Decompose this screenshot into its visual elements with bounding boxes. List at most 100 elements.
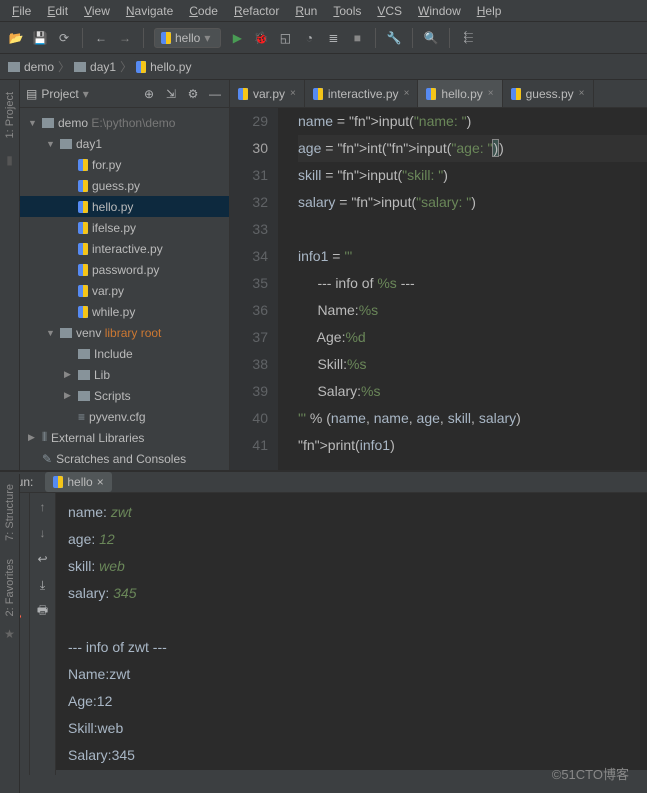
refresh-icon[interactable]: ⟳ (56, 30, 72, 46)
tree-item[interactable]: for.py (20, 154, 229, 175)
print-icon[interactable]: 🖶 (35, 603, 51, 619)
python-icon (238, 88, 248, 100)
menu-code[interactable]: Code (181, 2, 226, 20)
tree-item[interactable]: ▶Scripts (20, 385, 229, 406)
profile-icon[interactable]: ◔ (301, 30, 317, 46)
tree-item[interactable]: ✎Scratches and Consoles (20, 448, 229, 469)
save-icon[interactable]: 💾 (32, 30, 48, 46)
close-icon[interactable]: × (97, 475, 104, 489)
menu-tools[interactable]: Tools (325, 2, 369, 20)
toolbar: 📂 💾 ⟳ ← → hello ▾ ▶ 🐞 ◱ ◔ ≣ ■ 🔧 🔍 ⬱ (0, 22, 647, 54)
menu-vcs[interactable]: VCS (369, 2, 410, 20)
menu-help[interactable]: Help (469, 2, 510, 20)
python-icon (511, 88, 521, 100)
left-bottom-rail: 7: Structure 2: Favorites ★ (0, 474, 20, 793)
breadcrumb-item[interactable]: day1 (74, 60, 116, 74)
structure-tool-button[interactable]: 7: Structure (2, 476, 18, 549)
editor-tab[interactable]: interactive.py× (305, 80, 419, 107)
py-icon (78, 201, 88, 213)
tree-item[interactable]: ▶Lib (20, 364, 229, 385)
forward-icon[interactable]: → (117, 30, 133, 46)
concurrent-icon[interactable]: ≣ (325, 30, 341, 46)
py-icon (78, 159, 88, 171)
scroll-icon[interactable]: ⤓ (35, 577, 51, 593)
py-icon (78, 243, 88, 255)
menu-refactor[interactable]: Refactor (226, 2, 287, 20)
locate-icon[interactable]: ⊕ (141, 86, 157, 102)
code-area[interactable]: 29303132333435363738394041 name = "fn">i… (230, 108, 647, 470)
open-icon[interactable]: 📂 (8, 30, 24, 46)
search-icon[interactable]: 🔍 (423, 30, 439, 46)
tree-item[interactable]: ▼venv library root (20, 322, 229, 343)
tree-item[interactable]: Include (20, 343, 229, 364)
breadcrumb-item[interactable]: demo (8, 60, 54, 74)
py-icon (78, 264, 88, 276)
run-subtoolbar: ↑ ↓ ↩ ⤓ 🖶 (30, 493, 56, 775)
menu-navigate[interactable]: Navigate (118, 2, 181, 20)
chevron-down-icon: ▾ (204, 31, 210, 45)
debug-icon[interactable]: 🐞 (253, 30, 269, 46)
file-icon: ≡ (78, 410, 85, 424)
up-icon[interactable]: ↑ (35, 499, 51, 515)
tree-item[interactable]: ▼day1 (20, 133, 229, 154)
editor-tab[interactable]: hello.py× (418, 80, 502, 107)
tree-item[interactable]: ▼demo E:\python\demo (20, 112, 229, 133)
py-icon (78, 285, 88, 297)
code-content[interactable]: name = "fn">input("name: ")age = "fn">in… (278, 108, 647, 470)
tree-item[interactable]: while.py (20, 301, 229, 322)
editor-tab[interactable]: var.py× (230, 80, 305, 107)
tree-item[interactable]: interactive.py (20, 238, 229, 259)
hide-icon[interactable]: — (207, 86, 223, 102)
breadcrumb-item[interactable]: hello.py (136, 60, 191, 74)
menu-edit[interactable]: Edit (39, 2, 76, 20)
breadcrumb: demo〉day1〉hello.py (0, 54, 647, 80)
project-tool-button[interactable]: 1: Project (2, 84, 18, 146)
python-icon (426, 88, 436, 100)
tree-item[interactable]: var.py (20, 280, 229, 301)
console-output[interactable]: name: zwtage: 12skill: websalary: 345 --… (56, 493, 647, 775)
run-icon[interactable]: ▶ (229, 30, 245, 46)
folder-icon (8, 62, 20, 72)
watermark: ©51CTO博客 (552, 764, 629, 783)
py-icon (78, 306, 88, 318)
close-icon[interactable]: × (290, 88, 296, 99)
menu-run[interactable]: Run (287, 2, 325, 20)
menu-view[interactable]: View (76, 2, 118, 20)
folder-icon (74, 62, 86, 72)
run-tab[interactable]: hello × (45, 472, 111, 492)
tree-item[interactable]: ifelse.py (20, 217, 229, 238)
folder-icon (60, 328, 72, 338)
tree-item[interactable]: ≡pyvenv.cfg (20, 406, 229, 427)
settings-icon[interactable]: 🔧 (386, 30, 402, 46)
tree-item[interactable]: guess.py (20, 175, 229, 196)
folder-icon (78, 349, 90, 359)
project-tab-icon: ▤ (26, 87, 37, 101)
down-icon[interactable]: ↓ (35, 525, 51, 541)
bookmark-icon[interactable]: ▮ (2, 152, 18, 168)
sidebar-title: Project (41, 87, 78, 101)
project-tree[interactable]: ▼demo E:\python\demo▼day1for.pyguess.pyh… (20, 108, 229, 470)
coverage-icon[interactable]: ◱ (277, 30, 293, 46)
gear-icon[interactable]: ⚙ (185, 86, 201, 102)
menu-file[interactable]: File (4, 2, 39, 20)
close-icon[interactable]: × (488, 88, 494, 99)
tree-item[interactable]: password.py (20, 259, 229, 280)
close-icon[interactable]: × (579, 88, 585, 99)
wrap-icon[interactable]: ↩ (35, 551, 51, 567)
favorites-tool-button[interactable]: 2: Favorites (2, 551, 18, 624)
collapse-icon[interactable]: ⇲ (163, 86, 179, 102)
sidebar-header: ▤Project▾ ⊕ ⇲ ⚙ — (20, 80, 229, 108)
py-icon (78, 222, 88, 234)
editor-tab[interactable]: guess.py× (503, 80, 594, 107)
tree-item[interactable]: ▶⫴External Libraries (20, 427, 229, 448)
tree-item[interactable]: hello.py (20, 196, 229, 217)
back-icon[interactable]: ← (93, 30, 109, 46)
run-config-selector[interactable]: hello ▾ (154, 28, 221, 48)
close-icon[interactable]: × (404, 88, 410, 99)
structure-icon[interactable]: ⬱ (460, 30, 476, 46)
stop-icon[interactable]: ■ (349, 30, 365, 46)
folder-icon (42, 118, 54, 128)
star-icon[interactable]: ★ (2, 626, 18, 642)
folder-icon (78, 391, 90, 401)
menu-window[interactable]: Window (410, 2, 469, 20)
